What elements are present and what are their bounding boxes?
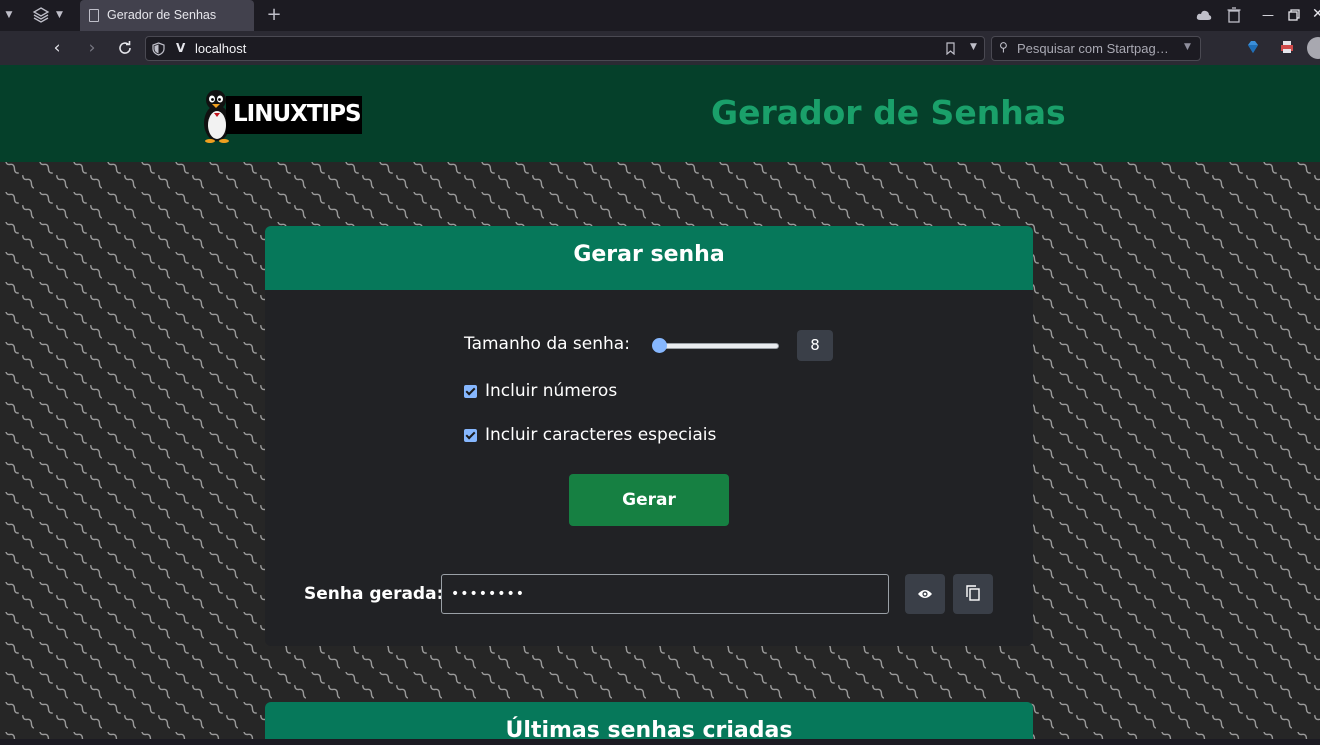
- include-numbers-checkbox[interactable]: [464, 385, 477, 398]
- new-tab-button[interactable]: +: [264, 4, 284, 26]
- extension-printer-icon[interactable]: [1280, 40, 1294, 54]
- containers-dropdown-icon[interactable]: ▼: [56, 8, 63, 22]
- account-avatar[interactable]: [1307, 37, 1320, 59]
- trash-icon[interactable]: [1227, 7, 1241, 23]
- containers-icon[interactable]: [32, 6, 50, 24]
- length-label: Tamanho da senha:: [464, 334, 630, 354]
- generator-card-header: Gerar senha: [265, 226, 1033, 290]
- shield-icon[interactable]: [152, 42, 165, 56]
- search-dropdown-icon[interactable]: ▼: [1184, 42, 1191, 52]
- slider-track: [653, 343, 779, 349]
- site-identity-icon[interactable]: V: [176, 41, 185, 55]
- url-dropdown-icon[interactable]: ▼: [970, 42, 977, 52]
- search-bar[interactable]: ⚲ ▼: [991, 36, 1201, 61]
- copy-icon: [966, 585, 980, 601]
- search-icon: ⚲: [999, 40, 1008, 54]
- page-icon: [89, 9, 99, 22]
- length-slider[interactable]: [651, 338, 781, 354]
- generate-button[interactable]: Gerar: [569, 474, 729, 526]
- url-text[interactable]: localhost: [195, 41, 246, 56]
- output-label: Senha gerada:: [304, 584, 444, 604]
- address-bar[interactable]: V localhost ▼: [145, 36, 985, 61]
- site-title: Gerador de Senhas: [711, 93, 1066, 132]
- web-page: LINUXTIPS Gerador de Senhas Gerar senha …: [0, 65, 1320, 745]
- linuxtips-logo[interactable]: LINUXTIPS: [200, 87, 362, 143]
- logo-text: LINUXTIPS: [233, 101, 362, 127]
- browser-nav-bar: ‹ › V localhost ▼ ⚲ ▼: [0, 31, 1320, 65]
- length-value-badge: 8: [797, 330, 833, 361]
- browser-tab[interactable]: Gerador de Senhas: [80, 0, 254, 31]
- tab-title: Gerador de Senhas: [107, 8, 217, 22]
- slider-thumb[interactable]: [652, 338, 667, 353]
- include-special-checkbox[interactable]: [464, 429, 477, 442]
- tab-list-menu-icon[interactable]: ▼: [2, 8, 16, 22]
- close-window-button[interactable]: ✕: [1312, 6, 1320, 22]
- copy-password-button[interactable]: [953, 574, 993, 614]
- window-bottom-edge: [0, 739, 1320, 745]
- cloud-icon[interactable]: [1196, 8, 1212, 22]
- search-input[interactable]: [1017, 39, 1177, 58]
- include-special-label[interactable]: Incluir caracteres especiais: [485, 425, 716, 445]
- browser-tab-bar: ▼ ▼ Gerador de Senhas + — ✕: [0, 0, 1320, 31]
- generator-card: Gerar senha Tamanho da senha: 8 Incluir …: [265, 226, 1033, 646]
- generator-card-title: Gerar senha: [573, 242, 725, 267]
- minimize-window-button[interactable]: —: [1262, 8, 1274, 22]
- forward-button[interactable]: ›: [82, 38, 102, 58]
- reload-icon[interactable]: [117, 40, 133, 56]
- site-header: LINUXTIPS Gerador de Senhas: [0, 65, 1320, 162]
- back-button[interactable]: ‹: [47, 38, 67, 58]
- restore-window-button[interactable]: [1288, 8, 1300, 22]
- show-password-button[interactable]: [905, 574, 945, 614]
- eye-icon: [918, 590, 932, 598]
- include-numbers-label[interactable]: Incluir números: [485, 381, 617, 401]
- bookmark-icon[interactable]: [946, 42, 955, 55]
- generated-password-field[interactable]: ••••••••: [441, 574, 889, 614]
- extension-gem-icon[interactable]: [1246, 40, 1260, 54]
